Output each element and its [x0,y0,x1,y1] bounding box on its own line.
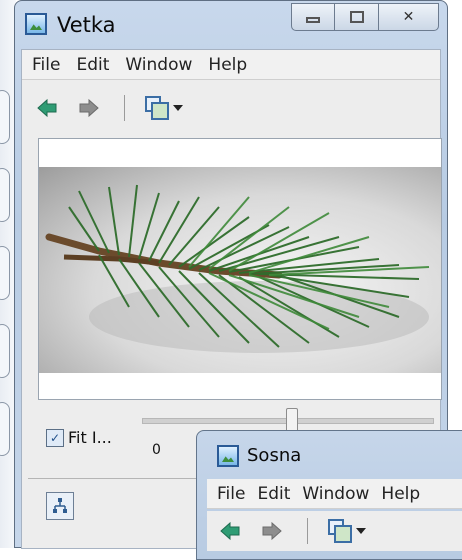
pine-branch-image [39,167,441,373]
background-window-tab[interactable] [0,324,10,378]
menu-edit[interactable]: Edit [257,484,290,504]
background-window-tab[interactable] [0,90,10,144]
secondary-window: Sosna File Edit Window Help [196,430,462,560]
arrow-left-icon[interactable] [219,520,241,542]
app-image-icon [217,445,239,467]
arrow-left-icon[interactable] [36,97,58,119]
background-window-tab[interactable] [0,246,10,300]
menu-bar: File Edit Window Help [22,50,440,80]
maximize-button[interactable] [335,3,379,31]
background-window-tab[interactable] [0,402,10,456]
arrow-right-icon[interactable] [261,520,283,542]
view-mode-button[interactable] [145,96,183,120]
toolbar-separator [307,518,308,544]
fit-image-toggle[interactable]: ✓ Fit I... [46,428,112,447]
arrow-right-icon[interactable] [78,97,100,119]
menu-help[interactable]: Help [381,484,420,504]
toolbar [22,82,440,134]
menu-edit[interactable]: Edit [76,55,109,75]
menu-file[interactable]: File [32,55,60,75]
background-window-tab[interactable] [0,168,10,222]
hierarchy-button[interactable] [46,492,74,520]
minimize-button[interactable] [291,3,335,31]
image-panel [38,138,442,400]
close-icon: ✕ [402,9,415,25]
secondary-window-title: Sosna [247,445,302,466]
fit-image-label: Fit I... [68,428,112,447]
view-mode-button[interactable] [328,519,366,543]
toolbar-separator [124,95,125,121]
maximize-icon [349,11,364,23]
window-title: Vetka [57,13,116,37]
window-controls: ✕ [291,3,439,31]
menu-help[interactable]: Help [208,55,247,75]
zoom-slider-thumb[interactable] [286,408,298,432]
title-bar[interactable]: Vetka ✕ [15,1,447,49]
fit-image-checkbox[interactable]: ✓ [46,428,64,447]
menu-file[interactable]: File [217,484,245,504]
secondary-menu-bar: File Edit Window Help [207,479,462,509]
close-button[interactable]: ✕ [379,3,439,31]
view-mode-icon [328,519,352,543]
chevron-down-icon [173,105,183,111]
hierarchy-icon [53,498,67,513]
menu-window[interactable]: Window [302,484,369,504]
minimize-icon [306,17,320,23]
app-image-icon [25,13,47,35]
secondary-toolbar [207,511,462,551]
zoom-slider-min-label: 0 [152,442,161,458]
chevron-down-icon [356,528,366,534]
menu-window[interactable]: Window [125,55,192,75]
view-mode-icon [145,96,169,120]
